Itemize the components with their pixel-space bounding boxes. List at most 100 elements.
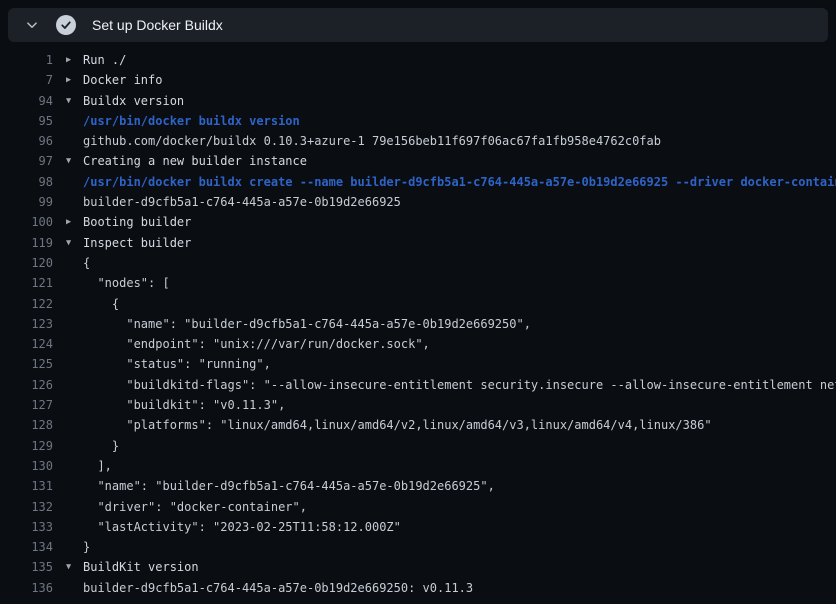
line-number[interactable]: 100	[0, 212, 53, 232]
log-line: 121 "nodes": [	[0, 273, 836, 293]
line-number[interactable]: 122	[0, 294, 53, 314]
log-line: 126 "buildkitd-flags": "--allow-insecure…	[0, 375, 836, 395]
log-line-group[interactable]: 119▼Inspect builder	[0, 233, 836, 253]
line-number[interactable]: 130	[0, 456, 53, 476]
line-number[interactable]: 121	[0, 273, 53, 293]
log-text: Booting builder	[83, 212, 191, 232]
log-text: Docker info	[83, 70, 162, 90]
log-line-group[interactable]: 100▶Booting builder	[0, 212, 836, 232]
log-text: "name": "builder-d9cfb5a1-c764-445a-a57e…	[83, 314, 531, 334]
log-text: "buildkitd-flags": "--allow-insecure-ent…	[83, 375, 836, 395]
line-marker-spacer	[53, 456, 83, 476]
log-viewer: 1▶Run ./7▶Docker info94▼Buildx version95…	[0, 50, 836, 604]
line-marker-spacer	[53, 395, 83, 415]
line-marker-spacer	[53, 253, 83, 273]
log-text: builder-d9cfb5a1-c764-445a-a57e-0b19d2e6…	[83, 578, 473, 598]
log-line: 133 "lastActivity": "2023-02-25T11:58:12…	[0, 517, 836, 537]
line-number[interactable]: 134	[0, 537, 53, 557]
triangle-down-icon[interactable]: ▼	[53, 557, 83, 577]
triangle-down-icon[interactable]: ▼	[53, 233, 83, 253]
line-number[interactable]: 123	[0, 314, 53, 334]
check-circle-icon	[56, 15, 76, 35]
log-text: "endpoint": "unix:///var/run/docker.sock…	[83, 334, 430, 354]
log-line: 127 "buildkit": "v0.11.3",	[0, 395, 836, 415]
log-text: "lastActivity": "2023-02-25T11:58:12.000…	[83, 517, 401, 537]
triangle-right-icon[interactable]: ▶	[53, 50, 83, 70]
line-number[interactable]: 132	[0, 497, 53, 517]
line-number[interactable]: 94	[0, 91, 53, 111]
line-number[interactable]: 135	[0, 557, 53, 577]
line-number[interactable]: 120	[0, 253, 53, 273]
log-line-group[interactable]: 94▼Buildx version	[0, 91, 836, 111]
log-text: Inspect builder	[83, 233, 191, 253]
line-number[interactable]: 126	[0, 375, 53, 395]
line-marker-spacer	[53, 172, 83, 192]
line-marker-spacer	[53, 578, 83, 598]
log-line-group[interactable]: 1▶Run ./	[0, 50, 836, 70]
line-number[interactable]: 7	[0, 70, 53, 90]
chevron-down-icon[interactable]	[24, 17, 40, 33]
line-marker-spacer	[53, 476, 83, 496]
log-text: {	[83, 253, 90, 273]
line-marker-spacer	[53, 131, 83, 151]
triangle-right-icon[interactable]: ▶	[53, 70, 83, 90]
line-marker-spacer	[53, 334, 83, 354]
line-marker-spacer	[53, 294, 83, 314]
line-marker-spacer	[53, 415, 83, 435]
log-command-text: /usr/bin/docker buildx create --name bui…	[83, 172, 836, 192]
line-number[interactable]: 125	[0, 354, 53, 374]
log-text: Creating a new builder instance	[83, 151, 307, 171]
log-line: 124 "endpoint": "unix:///var/run/docker.…	[0, 334, 836, 354]
log-text: "buildkit": "v0.11.3",	[83, 395, 285, 415]
line-number[interactable]: 131	[0, 476, 53, 496]
triangle-down-icon[interactable]: ▼	[53, 151, 83, 171]
line-number[interactable]: 119	[0, 233, 53, 253]
line-marker-spacer	[53, 436, 83, 456]
log-text: "driver": "docker-container",	[83, 497, 307, 517]
log-text: Buildx version	[83, 91, 184, 111]
log-text: builder-d9cfb5a1-c764-445a-a57e-0b19d2e6…	[83, 192, 401, 212]
line-number[interactable]: 127	[0, 395, 53, 415]
log-text: Run ./	[83, 50, 126, 70]
step-title: Set up Docker Buildx	[92, 17, 223, 33]
log-text: }	[83, 436, 119, 456]
log-line: 136 builder-d9cfb5a1-c764-445a-a57e-0b19d…	[0, 578, 836, 598]
log-line: 125 "status": "running",	[0, 354, 836, 374]
line-number[interactable]: 136	[0, 578, 53, 598]
line-number[interactable]: 1	[0, 50, 53, 70]
line-number[interactable]: 97	[0, 151, 53, 171]
log-line: 131 "name": "builder-d9cfb5a1-c764-445a-…	[0, 476, 836, 496]
log-line: 96github.com/docker/buildx 0.10.3+azure-…	[0, 131, 836, 151]
log-line: 130 ],	[0, 456, 836, 476]
line-marker-spacer	[53, 497, 83, 517]
line-number[interactable]: 124	[0, 334, 53, 354]
line-marker-spacer	[53, 375, 83, 395]
log-text: "nodes": [	[83, 273, 170, 293]
log-line: 132 "driver": "docker-container",	[0, 497, 836, 517]
log-text: "platforms": "linux/amd64,linux/amd64/v2…	[83, 415, 712, 435]
step-header[interactable]: Set up Docker Buildx	[8, 8, 828, 42]
log-command-text: /usr/bin/docker buildx version	[83, 111, 300, 131]
log-text: "status": "running",	[83, 354, 271, 374]
triangle-right-icon[interactable]: ▶	[53, 212, 83, 232]
log-line: 120 {	[0, 253, 836, 273]
line-number[interactable]: 128	[0, 415, 53, 435]
line-number[interactable]: 98	[0, 172, 53, 192]
log-line: 98/usr/bin/docker buildx create --name b…	[0, 172, 836, 192]
log-text: "name": "builder-d9cfb5a1-c764-445a-a57e…	[83, 476, 495, 496]
triangle-down-icon[interactable]: ▼	[53, 91, 83, 111]
log-line-group[interactable]: 7▶Docker info	[0, 70, 836, 90]
line-number[interactable]: 129	[0, 436, 53, 456]
log-line: 134}	[0, 537, 836, 557]
line-number[interactable]: 96	[0, 131, 53, 151]
log-text: }	[83, 537, 90, 557]
line-marker-spacer	[53, 192, 83, 212]
line-number[interactable]: 99	[0, 192, 53, 212]
log-line: 122 {	[0, 294, 836, 314]
line-number[interactable]: 133	[0, 517, 53, 537]
line-number[interactable]: 95	[0, 111, 53, 131]
log-line-group[interactable]: 135▼BuildKit version	[0, 557, 836, 577]
log-line-group[interactable]: 97▼Creating a new builder instance	[0, 151, 836, 171]
log-line: 123 "name": "builder-d9cfb5a1-c764-445a-…	[0, 314, 836, 334]
log-line: 95/usr/bin/docker buildx version	[0, 111, 836, 131]
